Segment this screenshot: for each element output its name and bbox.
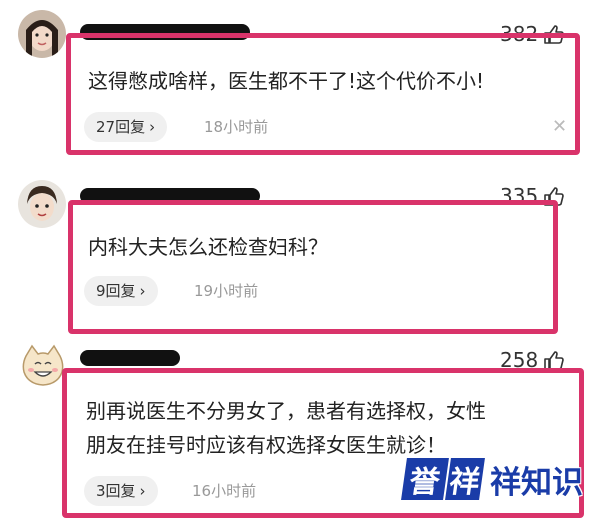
close-icon[interactable]: ✕ (552, 116, 567, 137)
watermark-tile: 祥 (445, 458, 485, 500)
comment-text: 内科大夫怎么还检查妇科？ (88, 235, 328, 259)
timestamp: 19小时前 (194, 282, 259, 300)
chevron-right-icon: › (139, 282, 146, 300)
chevron-right-icon: › (149, 118, 156, 136)
username-redacted[interactable] (80, 350, 180, 366)
reply-count: 3回复 (96, 482, 136, 500)
reply-count: 9回复 (96, 282, 136, 300)
reply-button[interactable]: 3回复 › (84, 476, 158, 506)
avatar[interactable] (18, 180, 66, 228)
watermark-tile: 誉 (401, 458, 449, 500)
reply-count: 27回复 (96, 118, 146, 136)
watermark-text: 祥知识 (490, 464, 583, 501)
comment-text: 这得憋成啥样，医生都不干了!这个代价不小! (88, 69, 485, 93)
reply-button[interactable]: 27回复 › (84, 112, 168, 142)
avatar[interactable] (18, 10, 66, 58)
timestamp: 18小时前 (204, 118, 269, 136)
timestamp: 16小时前 (192, 482, 257, 500)
watermark-logo: 誉 祥 祥知识 (401, 452, 583, 506)
chevron-right-icon: › (139, 482, 146, 500)
highlight-box (68, 200, 558, 334)
avatar[interactable] (18, 340, 68, 390)
reply-button[interactable]: 9回复 › (84, 276, 158, 306)
